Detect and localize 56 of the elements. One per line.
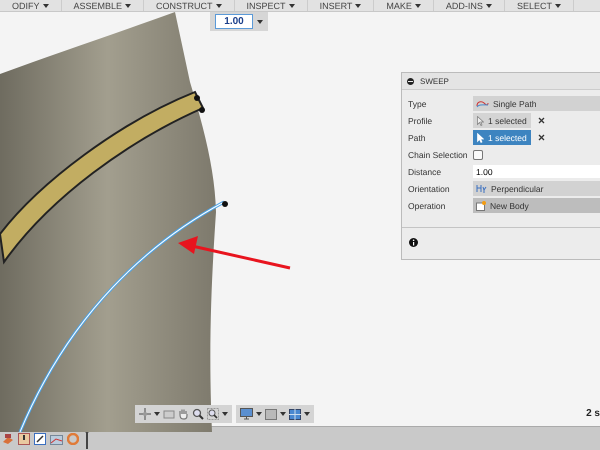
caret-icon bbox=[355, 4, 362, 8]
menu-item[interactable]: ASSEMBLE bbox=[62, 0, 144, 11]
caret-icon bbox=[216, 4, 222, 8]
axes-icon bbox=[476, 184, 487, 193]
path-icon bbox=[476, 100, 489, 108]
caret-icon bbox=[154, 412, 160, 416]
menu-item[interactable]: CONSTRUCT bbox=[144, 0, 235, 11]
caret-icon bbox=[288, 4, 295, 8]
close-icon[interactable] bbox=[538, 134, 545, 141]
field-label: Operation bbox=[408, 200, 446, 210]
menu-item[interactable]: INSERT bbox=[308, 0, 374, 11]
caret-icon bbox=[125, 4, 132, 8]
caret-icon bbox=[256, 412, 262, 416]
menu-item[interactable]: INSPECT bbox=[234, 0, 308, 11]
checkbox[interactable] bbox=[473, 150, 483, 160]
dropdown[interactable]: Single Path bbox=[473, 96, 600, 111]
close-icon[interactable] bbox=[538, 117, 545, 124]
field-label: Type bbox=[408, 98, 428, 108]
grid-icon[interactable] bbox=[289, 408, 301, 420]
field-label: Distance bbox=[408, 166, 442, 176]
menu-item[interactable]: ADD-INS bbox=[434, 0, 505, 11]
distance-input-field[interactable]: 1.00 bbox=[473, 165, 600, 178]
value-input-field[interactable]: 1.00 bbox=[215, 14, 253, 29]
info-icon[interactable] bbox=[409, 238, 418, 246]
dropdown[interactable]: Perpendicular bbox=[473, 181, 600, 196]
field-label: Orientation bbox=[408, 184, 451, 194]
caret-icon bbox=[257, 20, 263, 24]
zoom-icon[interactable] bbox=[192, 408, 204, 420]
caret-icon bbox=[486, 4, 492, 8]
field-label: Path bbox=[408, 132, 426, 142]
feature-icon[interactable] bbox=[2, 432, 14, 444]
menu-item[interactable]: MAKE bbox=[374, 0, 434, 11]
caret-icon bbox=[554, 4, 561, 8]
sketch-icon[interactable] bbox=[34, 432, 46, 444]
monitor-icon[interactable] bbox=[240, 408, 253, 420]
dropdown[interactable]: New Body bbox=[473, 198, 600, 213]
field-label: Chain Selection bbox=[408, 150, 469, 160]
field-label: Profile bbox=[408, 116, 434, 126]
menu-item[interactable]: SELECT bbox=[504, 0, 574, 11]
selection-button[interactable]: 1 selected bbox=[473, 130, 531, 145]
caret-icon bbox=[414, 4, 421, 8]
panel-title: SWEEP bbox=[420, 76, 449, 86]
menu-item[interactable]: ODIFY bbox=[0, 0, 62, 11]
hand-icon[interactable] bbox=[178, 408, 189, 420]
body-icon bbox=[476, 200, 486, 210]
status-text: 2 s bbox=[586, 408, 600, 419]
caret-icon bbox=[222, 412, 228, 416]
panel-icon bbox=[407, 78, 414, 84]
zoom-window-icon[interactable] bbox=[207, 408, 219, 420]
caret-icon bbox=[42, 4, 49, 8]
feature-icon[interactable] bbox=[18, 432, 30, 444]
selection-button[interactable]: 1 selected bbox=[473, 113, 531, 128]
orbit-icon[interactable] bbox=[139, 408, 151, 420]
caret-icon bbox=[280, 412, 286, 416]
visual-style-icon[interactable] bbox=[265, 408, 277, 420]
caret-icon bbox=[304, 412, 310, 416]
